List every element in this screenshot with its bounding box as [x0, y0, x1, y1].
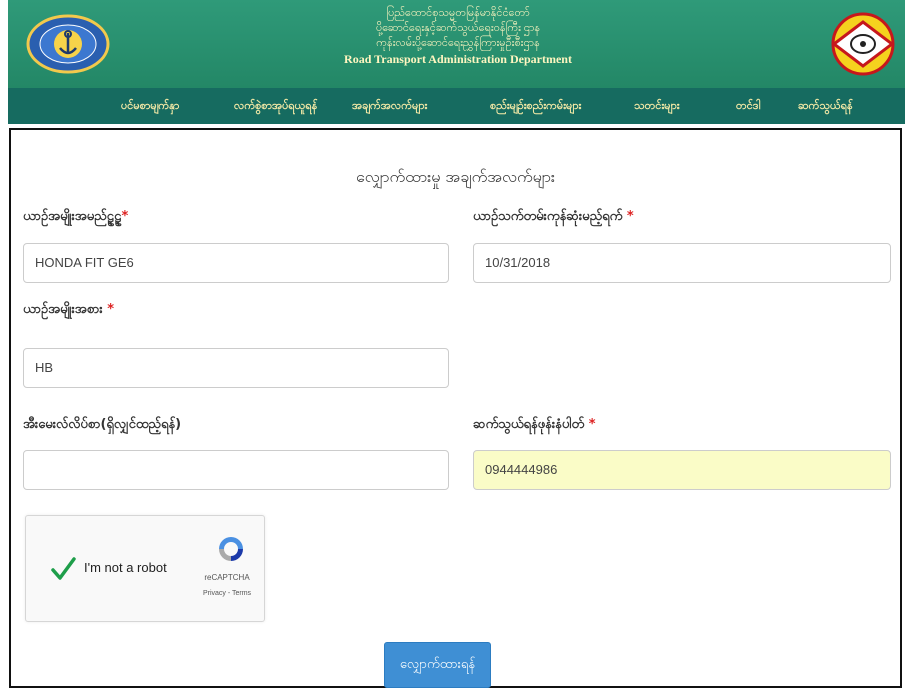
license-expiry-label: ယာဉ်သက်တမ်းကုန်ဆုံးမည့်ရက် * [473, 208, 634, 227]
recaptcha-widget: I'm not a robot reCAPTCHA Privacy - Term… [25, 515, 265, 622]
phone-label: ဆက်သွယ်ရန်ဖုန်းနံပါတ် * [473, 416, 596, 435]
checkmark-icon[interactable] [50, 556, 76, 582]
nav-item-rules[interactable]: စည်းမျဉ်းစည်းကမ်းများ [490, 88, 581, 124]
recaptcha-brand: reCAPTCHA [204, 573, 250, 582]
nav-item-home[interactable]: ပင်မစာမျက်နှာ [121, 88, 179, 124]
application-form: လျှောက်ထားမှု အချက်အလက်များ ယာဉ်အမျိုးအမ… [9, 128, 902, 688]
phone-label-text: ဆက်သွယ်ရန်ဖုန်းနံပါတ် [473, 417, 585, 432]
license-expiry-label-text: ယာဉ်သက်တမ်းကုန်ဆုံးမည့်ရက် [473, 209, 623, 224]
recaptcha-privacy-terms[interactable]: Privacy - Terms [196, 590, 258, 597]
email-input[interactable] [23, 450, 449, 490]
email-label-text: အီးမေးလ်လိပ်စာ(ရှိလျှင်ထည့်ရန်) [23, 417, 182, 432]
nav-item-contact[interactable]: ဆက်သွယ်ရန် [798, 88, 853, 124]
main-nav: ပင်မစာမျက်နှာ လက်စွဲစာအုပ်ရယူရန် အချက်အလ… [8, 88, 905, 124]
phone-input[interactable]: 0944444986 [473, 450, 891, 490]
header-title: ပြည်ထောင်စုသမ္မတမြန်မာနိုင်ငံတော် ပို့ဆေ… [308, 6, 608, 67]
ministry-seal-icon [26, 14, 110, 74]
required-mark: * [626, 209, 634, 224]
vehicle-type-input[interactable]: HB [23, 348, 449, 388]
license-expiry-input[interactable]: 10/31/2018 [473, 243, 891, 283]
submit-button[interactable]: လျှောက်ထားရန် [384, 642, 491, 688]
title-english: Road Transport Administration Department [344, 52, 572, 66]
rtad-emblem-icon [831, 12, 895, 76]
recaptcha-logo-icon [219, 537, 243, 561]
vehicle-model-label: ယာဉ်အမျိုးအမည်ဠဠဠဠ* [23, 208, 128, 227]
nav-item-news[interactable]: သတင်းများ [634, 88, 680, 124]
required-mark: * [107, 302, 114, 317]
nav-item-information[interactable]: အချက်အလက်များ [352, 88, 427, 124]
title-line-2: ပို့ဆောင်ရေးနှင့်ဆက်သွယ်ရေးဝန်ကြီး ဌာန [375, 22, 541, 34]
title-line-3: ကုန်းလမ်းပို့ဆောင်ရေးညွှန်ကြားမှုဦးစီးဌာ… [376, 37, 540, 49]
required-mark: * [121, 209, 129, 224]
vehicle-type-label: ယာဉ်အမျိုးအစား * [23, 301, 114, 320]
nav-item-handbook[interactable]: လက်စွဲစာအုပ်ရယူရန် [234, 88, 317, 124]
required-mark: * [588, 417, 596, 432]
nav-item-tender[interactable]: တင်ဒါ [736, 88, 760, 124]
page-title: လျှောက်ထားမှု အချက်အလက်များ [356, 167, 555, 186]
vehicle-model-input[interactable]: HONDA FIT GE6 [23, 243, 449, 283]
vehicle-type-label-text: ယာဉ်အမျိုးအစား [23, 302, 103, 317]
captcha-label[interactable]: I'm not a robot [84, 560, 167, 575]
header-banner: ပြည်ထောင်စုသမ္မတမြန်မာနိုင်ငံတော် ပို့ဆေ… [8, 0, 905, 88]
email-label: အီးမေးလ်လိပ်စာ(ရှိလျှင်ထည့်ရန်) [23, 416, 181, 435]
vehicle-model-label-text: ယာဉ်အမျိုးအမည်ဠဠဠဠ [23, 209, 122, 224]
title-line-1: ပြည်ထောင်စုသမ္မတမြန်မာနိုင်ငံတော် [386, 7, 530, 19]
